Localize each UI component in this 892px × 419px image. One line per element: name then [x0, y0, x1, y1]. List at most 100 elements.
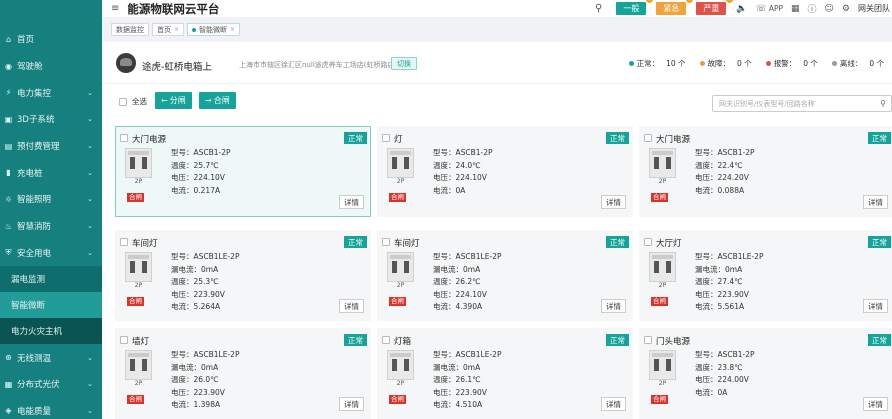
card-title: 大门电源	[656, 135, 691, 145]
close-icon[interactable]: ×	[230, 26, 235, 33]
sidebar-item[interactable]: ⛨ 安全用电 ⌄	[0, 240, 102, 267]
detail-button[interactable]: 详情	[601, 397, 626, 411]
sidebar-item[interactable]: ◉ 驾驶舱	[0, 53, 102, 80]
tab[interactable]: 数据监控	[111, 23, 149, 36]
card-checkbox[interactable]	[120, 238, 128, 246]
chevron-down-icon: ⌄	[87, 380, 93, 389]
chevron-down-icon: ⌄	[87, 168, 93, 177]
chevron-down-icon: ⌄	[87, 406, 93, 415]
sidebar-subitem[interactable]: 智能微断	[0, 292, 102, 319]
sidebar-item-label: 安全用电	[17, 248, 52, 259]
sidebar-item[interactable]: ☼ 智能照明 ⌄	[0, 186, 102, 213]
app-link[interactable]: APP	[769, 4, 783, 13]
card-field: 电流：5.264A	[171, 302, 221, 311]
sidebar-subitem[interactable]: 漏电监测	[0, 266, 102, 293]
status-badge: 正常	[606, 236, 629, 248]
breaker-lever	[130, 359, 135, 371]
card-fields: 型号：ASCB1-2P 温度：22.4℃ 电压：224.20V 电流：0.088A	[695, 147, 755, 197]
breaker-body	[649, 252, 676, 282]
chevron-down-icon: ⌄	[87, 353, 93, 362]
search-input[interactable]: 网关识别号/仪表型号/回路名称 ⚲	[712, 95, 892, 112]
tab[interactable]: 智能微断 ×	[187, 23, 241, 36]
breaker-icon: 2P 合闸	[387, 252, 414, 306]
sidebar-item[interactable]: ▤ 预付费管理 ⌄	[0, 133, 102, 160]
card-title: 门头电源	[656, 337, 691, 347]
breaker-card[interactable]: 门头电源 正常 2P 合闸 型号：ASCB1-2P 温度：23.8℃ 电压：224.00V 电…	[639, 328, 892, 419]
breaker-card[interactable]: 大门电源 正常 2P 合闸 型号：ASCB1-2P 温度：25.7℃ 电压：224.10V 电…	[115, 126, 371, 217]
card-checkbox[interactable]	[120, 336, 128, 344]
card-checkbox[interactable]	[644, 134, 652, 142]
sidebar-item[interactable]: ⊛ 无线测温 ⌄	[0, 344, 102, 371]
close-button-label: 合闸	[213, 96, 230, 105]
breaker-card[interactable]: 车间灯 正常 2P 合闸 型号：ASCB1LE-2P 漏电流：0mA 温度：25.3℃ 电压：…	[115, 230, 371, 321]
status-badge: 正常	[868, 236, 891, 248]
select-all[interactable]: 全选	[119, 96, 147, 107]
sidebar-item[interactable]: ▣ 3D子系统 ⌄	[0, 106, 102, 133]
breaker-card[interactable]: 墙灯 正常 2P 合闸 型号：ASCB1LE-2P 漏电流：0mA 温度：26.0℃ 电压：2…	[115, 328, 371, 419]
user-name[interactable]: 网关团队	[858, 3, 890, 14]
switch-location-button[interactable]: 切换	[391, 57, 417, 70]
status-summary: 正常： 10 个故障： 0 个报警： 0 个离线： 0 个	[615, 58, 884, 69]
open-breaker-button[interactable]: ← 分闸	[155, 92, 192, 109]
sidebar-item[interactable]: ▮ 充电桩 ⌄	[0, 159, 102, 186]
switch-state-tag: 合闸	[651, 297, 668, 306]
breaker-icon: 2P 合闸	[125, 252, 152, 306]
tab[interactable]: 首页 ×	[152, 23, 185, 36]
alert-button[interactable]: 一般 3	[616, 0, 654, 15]
close-icon[interactable]: ×	[174, 26, 179, 33]
breaker-card[interactable]: 灯 正常 2P 合闸 型号：ASCB1-2P 温度：24.0℃ 电压：224.10V 电流：0…	[377, 126, 633, 217]
sidebar-item[interactable]: ▦ 分布式光伏 ⌄	[0, 371, 102, 398]
detail-button[interactable]: 详情	[601, 299, 626, 313]
detail-button[interactable]: 详情	[339, 397, 364, 411]
mute-icon[interactable]: 🔈	[736, 4, 747, 14]
help-icon[interactable]: ⓘ	[808, 2, 817, 15]
settings-icon[interactable]: ⚙	[842, 4, 850, 14]
sidebar-item[interactable]: ♨ 智慧消防 ⌄	[0, 213, 102, 240]
prepay-icon: ▤	[4, 141, 13, 151]
breaker-lever	[654, 261, 659, 273]
sidebar-item-label: 分布式光伏	[17, 380, 60, 391]
sidebar-item[interactable]: ◈ 电能质量 ⌄	[0, 398, 102, 419]
select-all-checkbox[interactable]	[119, 97, 127, 106]
alert-button[interactable]: 严重 0	[696, 0, 734, 15]
card-checkbox[interactable]	[120, 134, 128, 142]
breaker-card[interactable]: 灯箱 正常 2P 合闸 型号：ASCB1LE-2P 漏电流：0mA 温度：26.1℃ 电压：2…	[377, 328, 633, 419]
detail-button[interactable]: 详情	[863, 195, 888, 209]
card-fields: 型号：ASCB1LE-2P 漏电流：0mA 温度：27.4℃ 电压：223.90V 电流…	[695, 251, 763, 314]
menu-toggle-icon[interactable]: ≡	[111, 3, 119, 14]
detail-button[interactable]: 详情	[339, 299, 364, 313]
breaker-icon: 2P 合闸	[125, 350, 152, 404]
card-checkbox[interactable]	[644, 336, 652, 344]
sidebar-subitem[interactable]: 电力火灾主机	[0, 318, 102, 345]
sidebar-item-label: 充电桩	[17, 168, 43, 179]
close-breaker-button[interactable]: → 合闸	[199, 92, 236, 109]
search-icon[interactable]: ⚲	[595, 3, 602, 14]
breaker-lever	[130, 157, 135, 169]
breaker-card[interactable]: 大厅灯 正常 2P 合闸 型号：ASCB1LE-2P 漏电流：0mA 温度：27.4℃ 电压：…	[639, 230, 892, 321]
card-field: 温度：23.8℃	[695, 362, 743, 372]
detail-button[interactable]: 详情	[863, 299, 888, 313]
alert-count-badge: 3	[646, 0, 654, 3]
breaker-card[interactable]: 大门电源 正常 2P 合闸 型号：ASCB1-2P 温度：22.4℃ 电压：224.20V 电…	[639, 126, 892, 217]
sidebar-item[interactable]: ⌂ 首页	[0, 26, 102, 53]
user-icon[interactable]: ☺	[825, 4, 834, 14]
card-field: 电流：1.398A	[171, 400, 221, 409]
detail-button[interactable]: 详情	[863, 397, 888, 411]
search-icon[interactable]: ⚲	[880, 99, 886, 108]
sidebar-item[interactable]: ⚡ 电力集控 ⌄	[0, 79, 102, 106]
alert-button[interactable]: 紧急 0	[656, 0, 694, 15]
phone-icon[interactable]: ☏	[756, 4, 767, 14]
card-checkbox[interactable]	[382, 336, 390, 344]
chevron-down-icon: ⌄	[87, 88, 93, 97]
card-checkbox[interactable]	[382, 238, 390, 246]
card-field: 型号：ASCB1LE-2P	[433, 350, 502, 359]
grid-icon[interactable]: ▦	[791, 4, 800, 14]
detail-button[interactable]: 详情	[339, 195, 364, 209]
breaker-card[interactable]: 车间灯 正常 2P 合闸 型号：ASCB1LE-2P 漏电流：0mA 温度：26.2℃ 电压：…	[377, 230, 633, 321]
card-checkbox[interactable]	[382, 134, 390, 142]
breaker-lever	[404, 261, 409, 273]
breaker-pole-label: 2P	[396, 282, 405, 289]
card-checkbox[interactable]	[644, 238, 652, 246]
detail-button[interactable]: 详情	[601, 195, 626, 209]
breaker-body	[387, 350, 414, 380]
